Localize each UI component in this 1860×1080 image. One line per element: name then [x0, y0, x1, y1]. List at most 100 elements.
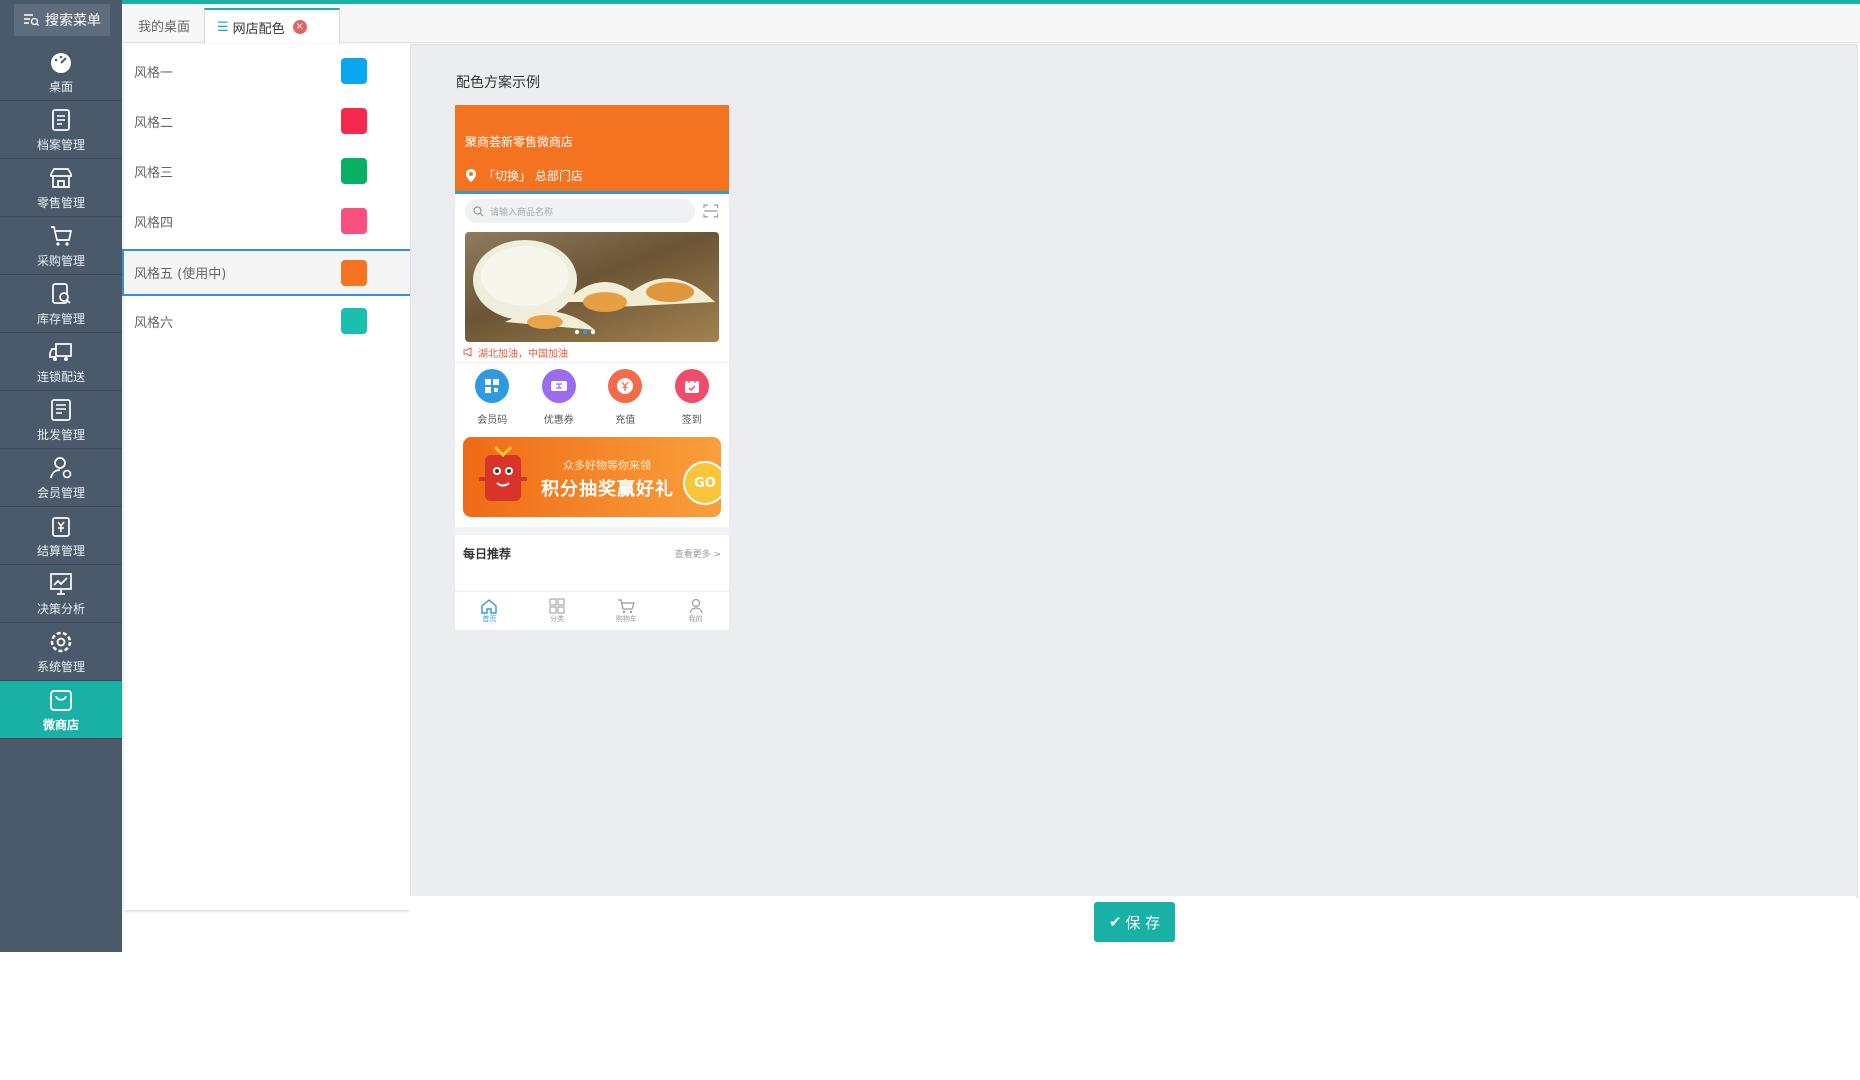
sidebar-item-label: 微商店	[42, 717, 79, 732]
phone-search-box: 请输入商品名称	[465, 199, 696, 223]
sidebar: 搜索菜单 桌面 档案管理 零售管理 采购管理 库存管理 连锁配送 批发管理 会员…	[0, 0, 122, 952]
settlement-icon	[52, 516, 70, 537]
style-item-6[interactable]: 风格六	[124, 300, 410, 342]
style-color-swatch	[341, 308, 367, 334]
sidebar-item-label: 批发管理	[36, 427, 85, 442]
notice-bar: 湖北加油，中国加油	[455, 342, 729, 362]
phone-tab-category: 分类	[549, 592, 565, 630]
sidebar-item-label: 库存管理	[36, 311, 85, 326]
phone-tab-home: 首页	[480, 592, 498, 630]
promo-banner: 众多好物等你来领 积分抽奖赢好礼 GO	[463, 437, 721, 517]
grid-icon	[549, 598, 565, 614]
scan-icon	[703, 204, 719, 218]
notice-text: 湖北加油，中国加油	[478, 348, 568, 360]
member-icon	[50, 456, 72, 478]
store-icon	[50, 167, 72, 188]
style-label: 风格五 (使用中)	[134, 267, 227, 282]
sidebar-item-system[interactable]: 系统管理	[0, 623, 122, 681]
tab-label: 我的桌面	[138, 19, 191, 35]
style-label: 风格一	[134, 65, 174, 81]
sidebar-item-desktop[interactable]: 桌面	[0, 43, 122, 101]
sidebar-item-label: 档案管理	[36, 137, 85, 152]
sidebar-item-label: 采购管理	[36, 253, 85, 268]
calendar-check-icon	[674, 369, 709, 403]
style-label: 风格三	[134, 165, 174, 181]
phone-tab-cart: 购物车	[616, 592, 637, 630]
style-item-5[interactable]: 风格五 (使用中)	[122, 249, 412, 296]
sidebar-item-micro-shop[interactable]: 微商店	[0, 681, 122, 739]
sidebar-item-retail[interactable]: 零售管理	[0, 159, 122, 217]
style-item-2[interactable]: 风格二	[124, 100, 410, 142]
style-label: 风格二	[134, 115, 174, 131]
promo-subtitle: 众多好物等你来领	[563, 459, 651, 472]
sidebar-nav: 桌面 档案管理 零售管理 采购管理 库存管理 连锁配送 批发管理 会员管理 结算…	[0, 43, 122, 739]
wholesale-icon	[51, 398, 71, 421]
tab-shop-color[interactable]: ☰ 网店配色 ×	[204, 8, 340, 44]
coupon-icon	[541, 369, 576, 403]
sidebar-item-label: 结算管理	[36, 543, 85, 558]
sidebar-item-label: 连锁配送	[36, 369, 85, 384]
search-icon	[473, 205, 484, 216]
dashboard-icon	[51, 52, 71, 73]
style-label: 风格四	[134, 215, 174, 231]
yen-coin-icon	[608, 369, 643, 403]
shop-bag-icon	[50, 689, 72, 711]
sidebar-item-inventory[interactable]: 库存管理	[0, 275, 122, 333]
style-color-swatch	[341, 259, 367, 286]
inventory-icon	[52, 282, 71, 304]
preview-area: 配色方案示例 聚商荟新零售微商店 「切换」 总部门店 请输入商品名称 湖北加油，…	[410, 44, 1858, 898]
quick-icon-label: 优惠券	[543, 415, 574, 426]
promo-go-badge: GO	[683, 461, 721, 505]
sidebar-item-label: 系统管理	[36, 659, 85, 674]
save-label: 保 存	[1125, 913, 1161, 932]
document-icon: ☰	[217, 19, 229, 35]
quick-icon-label: 会员码	[477, 415, 508, 426]
quick-icon-label: 签到	[681, 415, 702, 426]
sidebar-item-label: 会员管理	[36, 485, 85, 500]
search-menu-icon	[24, 14, 39, 27]
shop-name: 聚商荟新零售微商店	[465, 135, 574, 149]
sidebar-item-archive[interactable]: 档案管理	[0, 101, 122, 159]
sidebar-item-purchase[interactable]: 采购管理	[0, 217, 122, 275]
phone-tab-mine: 我的	[688, 592, 704, 630]
save-button[interactable]: ✔ 保 存	[1094, 902, 1175, 942]
style-item-1[interactable]: 风格一	[124, 50, 410, 92]
sidebar-item-label: 决策分析	[36, 601, 85, 616]
sidebar-item-analysis[interactable]: 决策分析	[0, 565, 122, 623]
check-icon: ✔	[1108, 913, 1122, 931]
close-icon[interactable]: ×	[292, 20, 307, 34]
phone-preview: 聚商荟新零售微商店 「切换」 总部门店 请输入商品名称 湖北加油，中国加油 会员…	[455, 105, 729, 630]
phone-tab-label: 首页	[482, 615, 497, 623]
store-switch: 「切换」 总部门店	[465, 167, 583, 184]
sidebar-item-wholesale[interactable]: 批发管理	[0, 391, 122, 449]
cart-icon	[618, 599, 636, 614]
preview-title: 配色方案示例	[456, 75, 540, 91]
style-item-4[interactable]: 风格四	[124, 200, 410, 242]
sidebar-item-settlement[interactable]: 结算管理	[0, 507, 122, 565]
daily-title: 每日推荐	[463, 546, 512, 561]
sidebar-item-label: 桌面	[48, 79, 73, 94]
sidebar-item-distribution[interactable]: 连锁配送	[0, 333, 122, 391]
home-icon	[481, 599, 498, 614]
style-label: 风格六	[134, 315, 174, 331]
search-menu-button[interactable]: 搜索菜单	[14, 4, 110, 36]
daily-recommend-header: 每日推荐 查看更多 >	[455, 527, 729, 571]
red-envelope-mascot-icon	[479, 445, 527, 501]
phone-search-row: 请输入商品名称	[455, 194, 729, 228]
style-color-swatch	[341, 108, 367, 134]
style-list-panel: 风格一 风格二 风格三 风格四 风格五 (使用中) 风格六	[122, 44, 412, 910]
quick-icon-label: 充值	[615, 415, 636, 426]
phone-header: 聚商荟新零售微商店 「切换」 总部门店	[455, 105, 729, 194]
promo-title: 积分抽奖赢好礼	[541, 479, 674, 500]
quick-icon-checkin: 签到	[674, 369, 709, 437]
product-banner	[465, 232, 719, 342]
cart-icon	[51, 225, 73, 246]
style-item-3[interactable]: 风格三	[124, 150, 410, 192]
speaker-icon	[463, 347, 472, 357]
tab-bar: 我的桌面 ☰ 网店配色 ×	[122, 4, 1860, 44]
store-line-text: 「切换」 总部门店	[483, 169, 583, 183]
tab-label: 网店配色	[232, 21, 285, 37]
sidebar-item-member[interactable]: 会员管理	[0, 449, 122, 507]
user-icon	[689, 598, 703, 614]
qr-code-icon	[475, 369, 510, 403]
